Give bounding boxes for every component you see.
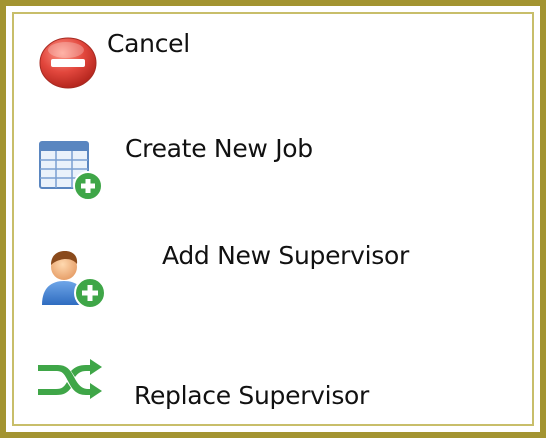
cancel-label: Cancel: [107, 29, 190, 58]
menu-item-create-new-job[interactable]: Create New Job: [0, 110, 546, 210]
replace-supervisor-label: Replace Supervisor: [134, 381, 370, 410]
add-new-supervisor-label: Add New Supervisor: [162, 241, 410, 270]
replace-icon: [38, 359, 102, 399]
create-new-job-label: Create New Job: [125, 134, 313, 163]
menu-item-replace-supervisor[interactable]: Replace Supervisor: [0, 345, 546, 430]
menu-item-cancel[interactable]: Cancel: [0, 0, 546, 100]
add-user-icon: [42, 251, 106, 309]
menu-item-add-new-supervisor[interactable]: Add New Supervisor: [0, 225, 546, 325]
create-job-icon: [39, 141, 103, 201]
cancel-icon: [39, 37, 97, 89]
